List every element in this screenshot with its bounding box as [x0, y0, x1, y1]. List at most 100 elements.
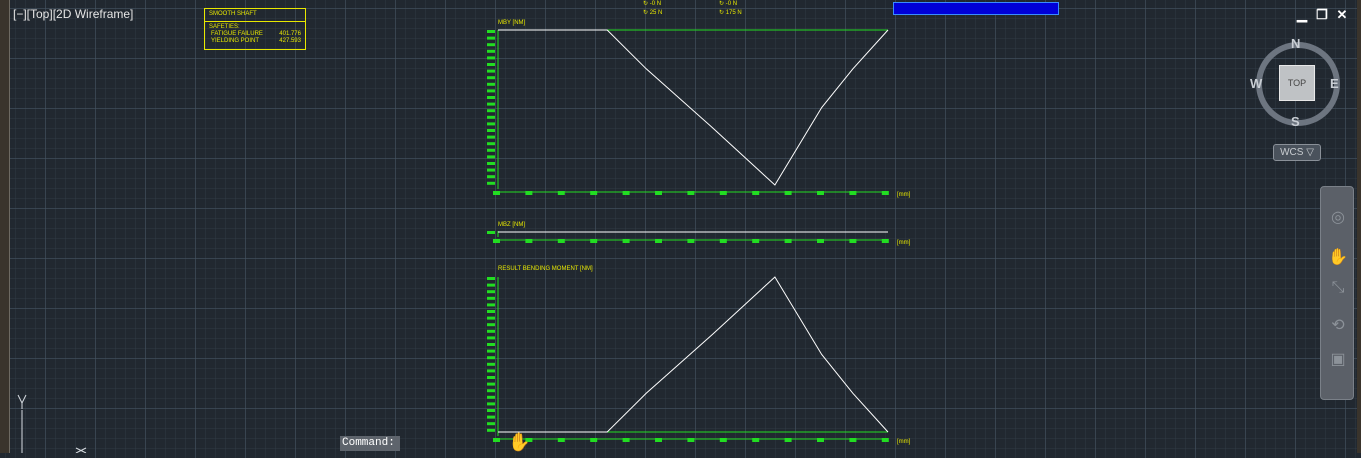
y-tick-mark: [487, 422, 495, 426]
x-tick-mark: [590, 438, 598, 442]
x-tick-mark: [849, 438, 857, 442]
y-tick-mark: [487, 63, 495, 66]
x-tick-mark: [493, 438, 500, 442]
x-tick-mark: [881, 191, 889, 195]
x-tick-mark: [687, 438, 695, 442]
y-tick-mark: [487, 310, 495, 313]
x-tick-mark: [687, 191, 695, 195]
viewcube-top-face[interactable]: TOP: [1279, 65, 1315, 101]
zoom-extents-icon[interactable]: ⤡: [1327, 277, 1349, 299]
x-tick-mark: [655, 438, 662, 442]
x-tick-mark: [622, 191, 630, 195]
command-line[interactable]: Command:: [340, 436, 400, 451]
y-tick-mark: [487, 316, 495, 320]
y-tick-mark: [487, 142, 495, 146]
orbit-icon[interactable]: ⟲: [1327, 315, 1349, 337]
y-tick-mark: [487, 376, 495, 379]
y-tick-mark: [487, 96, 495, 99]
y-tick-mark: [487, 30, 495, 33]
compass-south[interactable]: S: [1291, 114, 1300, 129]
y-tick-mark: [487, 329, 495, 333]
moment-curve: [498, 276, 889, 433]
x-tick-mark: [655, 191, 662, 195]
x-tick-mark: [622, 438, 630, 442]
y-tick-mark: [487, 343, 495, 346]
y-tick-mark: [487, 415, 495, 419]
y-tick-mark: [487, 323, 495, 327]
x-axis-unit: [mm]: [897, 192, 911, 198]
x-tick-mark: [557, 191, 565, 195]
chart-title: RESULT BENDING MOMENT [NM]: [498, 266, 593, 272]
x-tick-mark: [752, 438, 760, 442]
y-tick-mark: [487, 43, 495, 47]
y-tick-mark: [487, 49, 495, 53]
y-tick-mark: [487, 56, 495, 60]
x-tick-mark: [493, 191, 500, 195]
y-tick-mark: [487, 89, 495, 93]
y-tick-mark: [487, 135, 495, 139]
y-tick-mark: [487, 362, 495, 366]
x-tick-mark: [557, 438, 565, 442]
y-tick-mark: [487, 115, 495, 119]
y-tick-mark: [487, 336, 495, 340]
x-tick-mark: [655, 239, 662, 243]
y-tick-mark: [487, 382, 495, 386]
x-tick-mark: [557, 239, 565, 243]
y-tick-mark: [487, 277, 495, 280]
y-tick-mark: [487, 395, 495, 399]
ucs-icon: [16, 392, 96, 458]
x-tick-mark: [622, 239, 630, 243]
showmotion-icon[interactable]: ▣: [1327, 349, 1349, 371]
chart-title: MBY [NM]: [498, 20, 526, 26]
y-tick-mark: [487, 122, 495, 126]
x-tick-mark: [849, 191, 857, 195]
x-tick-mark: [817, 191, 824, 195]
x-axis-unit: [mm]: [897, 439, 911, 445]
y-tick-mark: [487, 409, 495, 412]
compass-west[interactable]: W: [1250, 76, 1262, 91]
x-tick-mark: [687, 239, 695, 243]
compass-north[interactable]: N: [1291, 36, 1300, 51]
x-tick-mark: [493, 239, 500, 243]
y-tick-mark: [487, 148, 495, 152]
x-tick-mark: [881, 239, 889, 243]
navigation-bar: ◎ ✋ ⤡ ⟲ ▣: [1320, 186, 1354, 400]
viewcube[interactable]: TOP N S E W: [1250, 36, 1346, 136]
y-tick-mark: [487, 76, 495, 80]
y-tick-mark: [487, 129, 495, 132]
y-tick-mark: [487, 349, 495, 353]
x-tick-mark: [525, 191, 533, 195]
y-tick-mark: [487, 402, 495, 406]
y-tick-mark: [487, 82, 495, 86]
y-tick-mark: [487, 389, 495, 393]
x-tick-mark: [784, 239, 792, 243]
x-tick-mark: [881, 438, 889, 442]
y-tick-mark: [487, 181, 495, 185]
bending-moment-plots: MBY [NM] [mm] MBZ [NM] [mm] RESULT BENDING M…: [487, 20, 911, 445]
steering-wheel-icon[interactable]: ◎: [1327, 207, 1349, 229]
y-tick-mark: [487, 109, 495, 113]
y-tick-mark: [487, 69, 495, 73]
compass-east[interactable]: E: [1330, 76, 1339, 91]
y-tick-mark: [487, 428, 495, 432]
x-axis-unit: [mm]: [897, 240, 911, 246]
x-tick-mark: [784, 438, 792, 442]
x-tick-mark: [719, 191, 727, 195]
x-tick-mark: [784, 191, 792, 195]
x-tick-mark: [752, 239, 760, 243]
y-tick-mark: [487, 290, 495, 294]
y-tick-mark: [487, 162, 495, 165]
y-tick-mark: [487, 231, 495, 234]
x-tick-mark: [849, 239, 857, 243]
y-tick-mark: [487, 155, 495, 159]
y-tick-mark: [487, 175, 495, 179]
x-tick-mark: [719, 239, 727, 243]
chart-title: MBZ [NM]: [498, 222, 525, 228]
moment-curve: [498, 29, 889, 186]
x-tick-mark: [817, 239, 824, 243]
x-tick-mark: [817, 438, 824, 442]
pan-icon[interactable]: ✋: [1327, 247, 1349, 269]
pan-cursor-icon: ✋: [508, 432, 531, 452]
wcs-menu[interactable]: WCS ▽: [1273, 144, 1321, 161]
y-tick-mark: [487, 36, 495, 40]
